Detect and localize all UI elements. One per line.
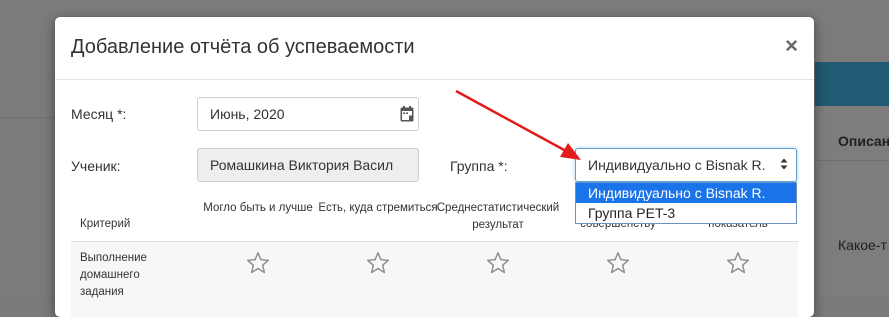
student-label: Ученик: (71, 158, 121, 174)
month-value: Июнь, 2020 (210, 106, 285, 122)
column-header-average-result: Среднестатистический результат (436, 202, 560, 231)
row-label-homework: Выполнение домашнего задания (80, 252, 147, 298)
group-selected-value: Индивидуально с Bisnak R. (588, 157, 766, 173)
calendar-icon[interactable] (400, 106, 414, 122)
star-outline-icon[interactable] (366, 251, 390, 275)
star-outline-icon[interactable] (246, 251, 270, 275)
group-option-individual[interactable]: Индивидуально с Bisnak R. (576, 183, 796, 203)
column-header-could-be-better: Могло быть и лучше (203, 202, 313, 214)
student-field: Ромашкина Виктория Васил (197, 148, 419, 182)
star-outline-icon[interactable] (486, 251, 510, 275)
star-outline-icon[interactable] (726, 251, 750, 275)
background-header-band (815, 62, 889, 106)
background-table-header: Описан (838, 133, 889, 149)
student-value: Ромашкина Виктория Васил (210, 157, 394, 173)
month-label: Месяц *: (71, 106, 127, 122)
star-outline-icon[interactable] (606, 251, 630, 275)
background-table-cell: Какое-т (838, 237, 887, 253)
group-dropdown-list: Индивидуально с Bisnak R. Группа PET-3 (575, 182, 797, 224)
background-divider (815, 160, 889, 161)
progress-report-modal: Добавление отчёта об успеваемости × Меся… (55, 17, 814, 317)
column-header-criterion: Критерий (80, 218, 131, 230)
group-label: Группа *: (450, 158, 508, 174)
column-header-room-to-grow: Есть, куда стремиться (318, 202, 438, 214)
group-select[interactable]: Индивидуально с Bisnak R. (575, 148, 797, 182)
chevron-updown-icon (780, 158, 788, 170)
month-input[interactable]: Июнь, 2020 (197, 97, 419, 131)
close-icon[interactable]: × (785, 35, 798, 57)
table-row (71, 242, 798, 317)
modal-title: Добавление отчёта об успеваемости (71, 36, 415, 58)
modal-header: Добавление отчёта об успеваемости × (55, 17, 814, 80)
background-divider (0, 117, 55, 118)
group-option-pet3[interactable]: Группа PET-3 (576, 203, 796, 223)
